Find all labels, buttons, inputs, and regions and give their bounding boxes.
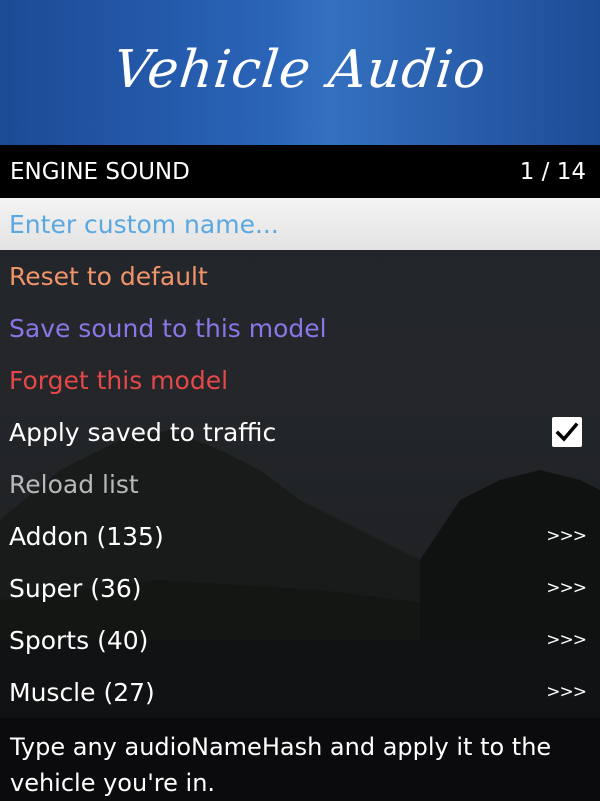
menu-item-reload[interactable]: Reload list — [0, 458, 600, 510]
menu-item-apply-traffic[interactable]: Apply saved to traffic — [0, 406, 600, 458]
submenu-title: ENGINE SOUND — [10, 158, 190, 185]
menu-subheader: ENGINE SOUND 1 / 14 — [0, 145, 600, 198]
item-description: Type any audioNameHash and apply it to t… — [0, 723, 600, 801]
menu-item-forget[interactable]: Forget this model — [0, 354, 600, 406]
menu-item-label: Super (36) — [9, 573, 142, 603]
menu-item-custom-name[interactable]: Enter custom name... — [0, 198, 600, 250]
apply-traffic-checkbox[interactable] — [552, 417, 582, 447]
menu-item-label: Forget this model — [9, 365, 229, 395]
menu-list: Enter custom name... Reset to default Sa… — [0, 198, 600, 718]
menu-item-category-muscle[interactable]: Muscle (27) >>> — [0, 666, 600, 718]
menu-item-label: Reload list — [9, 469, 139, 499]
menu-item-label: Addon (135) — [9, 521, 164, 551]
submenu-arrow-icon: >>> — [546, 682, 587, 702]
menu-item-category-sports[interactable]: Sports (40) >>> — [0, 614, 600, 666]
menu-item-label: Save sound to this model — [9, 313, 327, 343]
menu-item-category-addon[interactable]: Addon (135) >>> — [0, 510, 600, 562]
menu-item-reset[interactable]: Reset to default — [0, 250, 600, 302]
submenu-arrow-icon: >>> — [546, 630, 587, 650]
menu-item-category-super[interactable]: Super (36) >>> — [0, 562, 600, 614]
item-counter: 1 / 14 — [519, 158, 586, 185]
menu-item-label: Sports (40) — [9, 625, 149, 655]
menu-item-label: Reset to default — [9, 261, 208, 291]
menu-title: Vehicle Audio — [110, 39, 490, 100]
submenu-arrow-icon: >>> — [546, 578, 587, 598]
menu-item-save[interactable]: Save sound to this model — [0, 302, 600, 354]
menu-item-label: Apply saved to traffic — [9, 417, 277, 447]
checkmark-icon — [555, 422, 579, 442]
submenu-arrow-icon: >>> — [546, 526, 587, 546]
menu-item-label: Muscle (27) — [9, 677, 155, 707]
menu-item-label: Enter custom name... — [9, 209, 279, 239]
menu-banner: Vehicle Audio — [0, 0, 600, 145]
